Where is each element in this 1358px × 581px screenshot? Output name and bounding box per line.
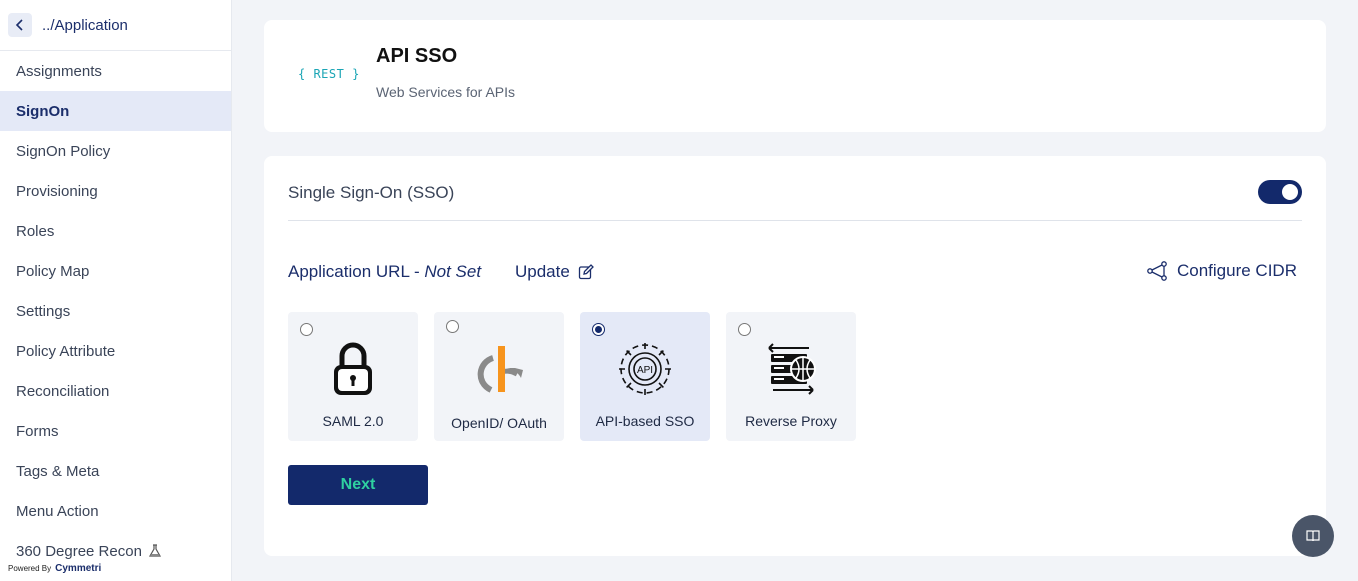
brand-logo: Cymmetri: [55, 563, 102, 574]
sso-option-saml[interactable]: SAML 2.0: [288, 312, 418, 441]
chevron-left-icon: [15, 19, 23, 31]
configure-cidr-label: Configure CIDR: [1177, 261, 1297, 280]
radio-openid[interactable]: [446, 320, 459, 333]
book-icon: [1306, 530, 1320, 542]
back-label[interactable]: ../Application: [42, 17, 128, 34]
sidebar: ../Application Assignments SignOn SignOn…: [0, 0, 232, 581]
update-button[interactable]: Update: [515, 262, 594, 282]
divider: [288, 220, 1302, 221]
sidebar-item-provisioning[interactable]: Provisioning: [0, 171, 231, 211]
radio-saml[interactable]: [300, 323, 313, 336]
sidebar-item-tags-meta[interactable]: Tags & Meta: [0, 451, 231, 491]
rest-logo: { REST }: [298, 67, 360, 81]
app-url-value: Not Set: [424, 262, 482, 281]
flask-icon: [148, 544, 161, 557]
sidebar-item-settings[interactable]: Settings: [0, 291, 231, 331]
option-label: Reverse Proxy: [745, 413, 837, 429]
application-url: Application URL - Not Set: [288, 262, 481, 282]
help-docs-button[interactable]: [1292, 515, 1334, 557]
reverse-proxy-icon: [768, 343, 816, 395]
svg-text:API: API: [637, 365, 653, 376]
page-subtitle: Web Services for APIs: [376, 84, 516, 100]
sidebar-item-assignments[interactable]: Assignments: [0, 51, 231, 91]
sidebar-item-signon[interactable]: SignOn: [0, 91, 231, 131]
sidebar-item-policy-map[interactable]: Policy Map: [0, 251, 231, 291]
option-label: SAML 2.0: [322, 413, 384, 429]
powered-by: Powered By Cymmetri: [8, 563, 101, 574]
update-label: Update: [515, 262, 570, 281]
sidebar-item-forms[interactable]: Forms: [0, 411, 231, 451]
lock-icon: [334, 342, 372, 395]
api-gear-icon: API: [619, 343, 671, 395]
radio-api[interactable]: [592, 323, 605, 336]
page-title: API SSO: [376, 45, 458, 67]
app-header-card: { REST } API SSO Web Services for APIs: [264, 20, 1326, 132]
breadcrumb: ../Application: [0, 0, 231, 51]
sidebar-item-signon-policy[interactable]: SignOn Policy: [0, 131, 231, 171]
powered-by-label: Powered By: [8, 564, 52, 573]
sso-card: Single Sign-On (SSO) Application URL - N…: [264, 156, 1326, 556]
option-label: API-based SSO: [595, 413, 695, 429]
option-label: OpenID/ OAuth: [451, 415, 547, 431]
configure-cidr-button[interactable]: Configure CIDR: [1147, 261, 1297, 281]
sidebar-item-roles[interactable]: Roles: [0, 211, 231, 251]
network-icon: [1147, 261, 1167, 281]
sidebar-item-reconciliation[interactable]: Reconciliation: [0, 371, 231, 411]
next-button[interactable]: Next: [288, 465, 428, 505]
openid-icon: [477, 346, 523, 393]
sso-toggle[interactable]: [1258, 180, 1302, 204]
sso-option-reverse-proxy[interactable]: Reverse Proxy: [726, 312, 856, 441]
sso-option-openid[interactable]: OpenID/ OAuth: [434, 312, 564, 441]
sidebar-item-label: 360 Degree Recon: [16, 542, 142, 560]
back-button[interactable]: [8, 13, 32, 37]
toggle-knob: [1282, 184, 1298, 200]
edit-icon: [578, 264, 594, 280]
sso-title: Single Sign-On (SSO): [288, 183, 455, 202]
app-url-label: Application URL -: [288, 262, 425, 281]
sso-option-api[interactable]: API API-based SSO: [580, 312, 710, 441]
radio-reverse-proxy[interactable]: [738, 323, 751, 336]
sidebar-item-policy-attribute[interactable]: Policy Attribute: [0, 331, 231, 371]
sidebar-item-menu-action[interactable]: Menu Action: [0, 491, 231, 531]
